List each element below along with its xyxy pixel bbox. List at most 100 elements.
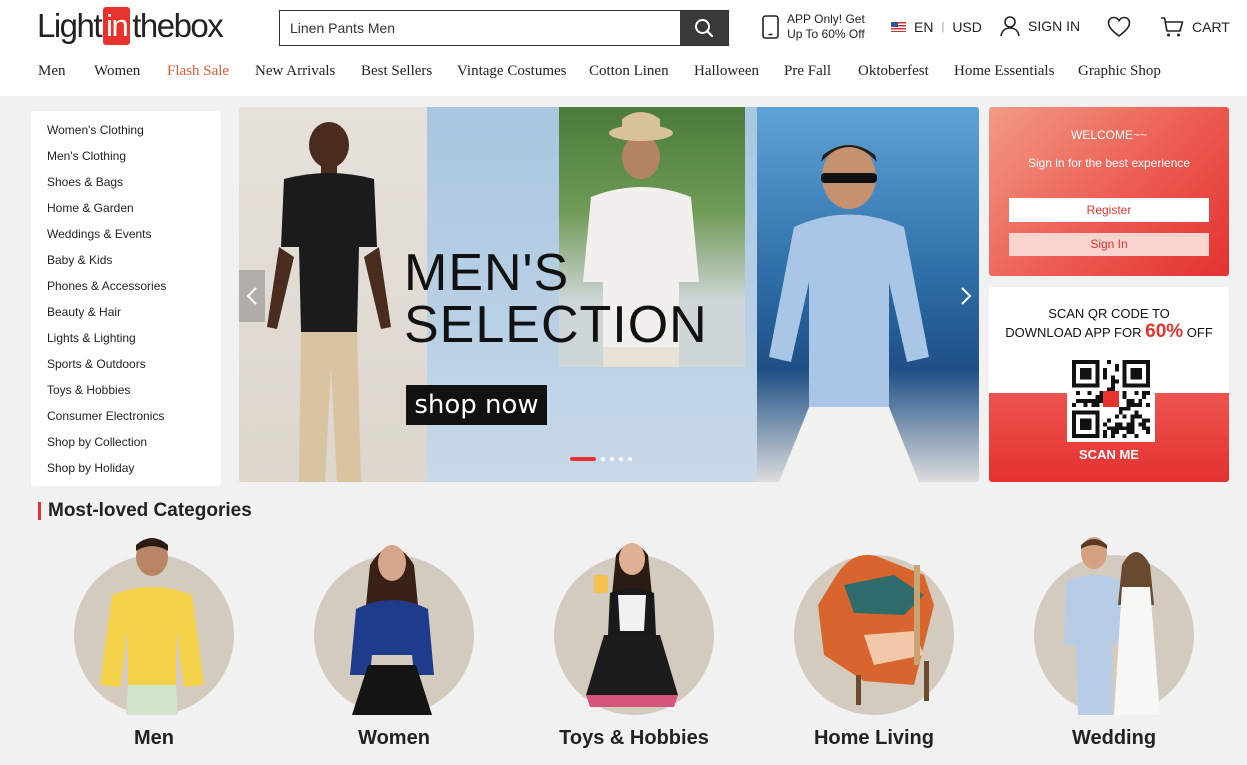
sidebar-item-womens-clothing[interactable]: Women's Clothing: [31, 122, 221, 148]
nav-item-women[interactable]: Women: [94, 63, 140, 80]
sign-in-link[interactable]: SIGN IN: [999, 15, 1080, 37]
search-icon: [695, 19, 714, 38]
banner-next-arrow[interactable]: [953, 270, 979, 322]
welcome-card: WELCOME~~ Sign in for the best experienc…: [989, 107, 1229, 276]
nav-item-cotton-linen[interactable]: Cotton Linen: [589, 63, 669, 80]
search-input[interactable]: [280, 11, 680, 45]
banner-title: MEN'S SELECTION: [404, 247, 708, 351]
banner-dot[interactable]: [610, 457, 614, 461]
qr-code: [1067, 356, 1155, 442]
category-men-figure: [100, 538, 204, 715]
sidebar-item-weddings-events[interactable]: Weddings & Events: [31, 226, 221, 252]
sign-in-button[interactable]: Sign In: [1009, 233, 1209, 256]
site-header: Lightinthebox APP Only! Get Up To 60% Of…: [0, 0, 1247, 96]
nav-item-best-sellers[interactable]: Best Sellers: [361, 63, 432, 80]
sidebar-item-baby-kids[interactable]: Baby & Kids: [31, 252, 221, 278]
category-home-living-figure: [818, 554, 934, 705]
chevron-right-icon: [961, 287, 972, 305]
nav-item-oktoberfest[interactable]: Oktoberfest: [858, 63, 929, 80]
sidebar-item-phones-accessories[interactable]: Phones & Accessories: [31, 278, 221, 304]
search-button[interactable]: [680, 11, 728, 45]
category-sidebar: Women's Clothing Men's Clothing Shoes & …: [31, 111, 221, 486]
separator: |: [941, 21, 945, 33]
scan-me-label: SCAN ME: [1079, 447, 1139, 462]
banner-dot[interactable]: [570, 457, 596, 461]
qr-line2: DOWNLOAD APP FOR 60% OFF: [989, 321, 1229, 343]
category-card-men[interactable]: Men: [54, 535, 254, 755]
banner-title-line2: SELECTION: [404, 296, 708, 354]
app-promo-text: APP Only! Get Up To 60% Off: [787, 12, 865, 42]
category-card-women[interactable]: Women: [294, 535, 494, 755]
app-promo-line1: APP Only! Get: [787, 12, 865, 26]
nav-item-vintage-costumes[interactable]: Vintage Costumes: [457, 63, 567, 80]
welcome-title: WELCOME~~: [1070, 128, 1148, 142]
banner-prev-arrow[interactable]: [239, 270, 265, 322]
sidebar-item-shoes-bags[interactable]: Shoes & Bags: [31, 174, 221, 200]
nav-item-flash-sale[interactable]: Flash Sale: [167, 63, 229, 80]
sidebar-item-toys-hobbies[interactable]: Toys & Hobbies: [31, 382, 221, 408]
section-title-accent: [38, 502, 41, 520]
language-label: EN: [914, 19, 934, 35]
category-label: Toys & Hobbies: [559, 727, 709, 749]
wishlist-button[interactable]: [1107, 16, 1131, 43]
logo-text-thebox: thebox: [132, 7, 224, 44]
hero-banner[interactable]: MEN'S SELECTION shop now: [239, 107, 979, 482]
currency-label: USD: [952, 19, 982, 35]
sidebar-item-shop-by-holiday[interactable]: Shop by Holiday: [31, 460, 221, 486]
logo-text-in: in: [103, 7, 131, 45]
nav-item-graphic-shop[interactable]: Graphic Shop: [1078, 63, 1161, 80]
sidebar-item-shop-by-collection[interactable]: Shop by Collection: [31, 434, 221, 460]
sidebar-item-mens-clothing[interactable]: Men's Clothing: [31, 148, 221, 174]
qr-line1: SCAN QR CODE TO: [1048, 306, 1170, 321]
nav-item-pre-fall[interactable]: Pre Fall: [784, 63, 831, 80]
nav-item-home-essentials[interactable]: Home Essentials: [954, 63, 1054, 80]
nav-item-men[interactable]: Men: [38, 63, 66, 80]
banner-title-line1: MEN'S: [404, 244, 570, 302]
cart-label: CART: [1192, 19, 1230, 35]
sidebar-item-consumer-electronics[interactable]: Consumer Electronics: [31, 408, 221, 434]
chevron-left-icon: [246, 287, 257, 305]
us-flag-icon: [891, 22, 906, 32]
category-card-wedding[interactable]: Wedding: [1014, 535, 1214, 755]
cart-icon: [1161, 17, 1184, 37]
sidebar-item-sports-outdoors[interactable]: Sports & Outdoors: [31, 356, 221, 382]
heart-icon: [1107, 16, 1131, 38]
welcome-subtitle: Sign in for the best experience: [1027, 156, 1191, 170]
banner-pagination: [570, 457, 632, 461]
category-card-toys-hobbies[interactable]: Toys & Hobbies: [534, 535, 734, 755]
app-promo[interactable]: APP Only! Get Up To 60% Off: [762, 12, 865, 42]
category-label: Home Living: [813, 727, 934, 749]
category-toys-figure: [586, 543, 678, 707]
language-currency-selector[interactable]: EN | USD: [891, 19, 982, 35]
banner-dot[interactable]: [619, 457, 623, 461]
qr-line2-prefix: DOWNLOAD APP FOR: [1005, 325, 1146, 340]
section-title-text: Most-loved Categories: [48, 500, 252, 521]
category-women-figure: [350, 545, 434, 715]
nav-item-new-arrivals[interactable]: New Arrivals: [255, 63, 335, 80]
sidebar-item-home-garden[interactable]: Home & Garden: [31, 200, 221, 226]
sidebar-item-beauty-hair[interactable]: Beauty & Hair: [31, 304, 221, 330]
category-wedding-figure: [1064, 537, 1160, 715]
logo-text-light: Light: [37, 7, 103, 44]
user-icon: [1000, 16, 1020, 37]
cart-link[interactable]: CART: [1160, 16, 1230, 38]
shop-now-button[interactable]: shop now: [406, 385, 547, 425]
main-nav: Men Women Flash Sale New Arrivals Best S…: [0, 63, 1247, 83]
qr-code-icon: [1072, 360, 1150, 438]
section-title: Most-loved Categories: [38, 500, 252, 521]
sidebar-item-lights-lighting[interactable]: Lights & Lighting: [31, 330, 221, 356]
search-bar: [279, 10, 729, 46]
site-logo[interactable]: Light in thebox: [37, 6, 224, 46]
app-qr-card: SCAN QR CODE TO DOWNLOAD APP FOR 60% OFF…: [989, 287, 1229, 482]
category-label: Wedding: [1071, 727, 1157, 749]
banner-dot[interactable]: [601, 457, 605, 461]
category-card-home-living[interactable]: Home Living: [774, 535, 974, 755]
banner-dot[interactable]: [628, 457, 632, 461]
category-label: Men: [134, 727, 174, 749]
qr-line2-suffix: OFF: [1183, 325, 1213, 340]
sign-in-label: SIGN IN: [1028, 18, 1081, 34]
nav-item-halloween[interactable]: Halloween: [694, 63, 759, 80]
register-button[interactable]: Register: [1009, 198, 1209, 222]
category-label: Women: [358, 727, 430, 749]
app-promo-line2: Up To 60% Off: [787, 27, 865, 41]
